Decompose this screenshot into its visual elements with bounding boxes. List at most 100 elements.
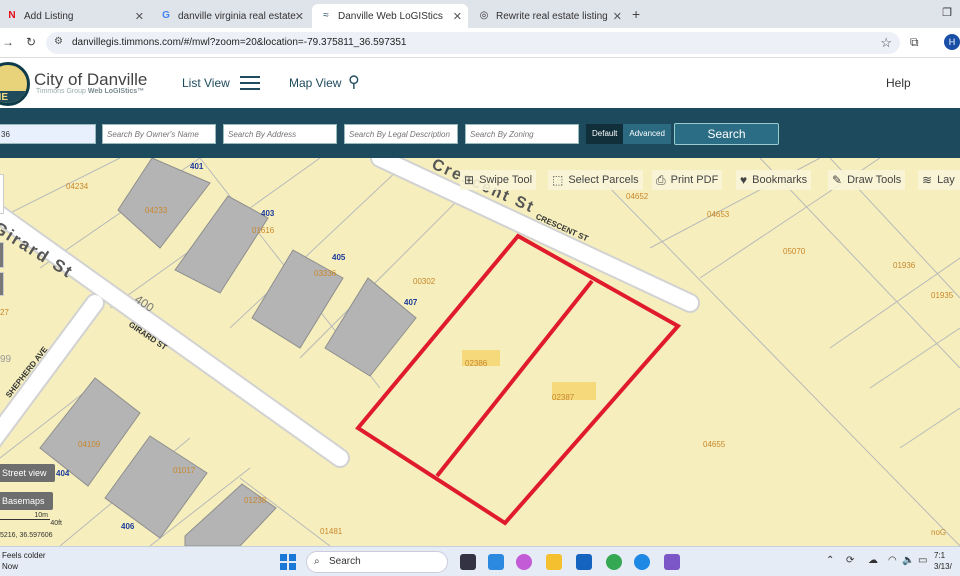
street-view-button[interactable]: Street view (0, 464, 55, 482)
parcel-label: 05070 (783, 247, 806, 256)
map-side-button[interactable] (0, 272, 4, 296)
netflix-icon: N (8, 10, 16, 21)
wifi-icon[interactable]: ◠ (888, 555, 897, 566)
city-logo: ME (0, 62, 30, 106)
select-parcels-button[interactable]: ⬚ Select Parcels (548, 170, 643, 190)
basemaps-button[interactable]: Basemaps (0, 492, 53, 510)
parcel-label: 01238 (244, 496, 267, 505)
bookmark-star-icon[interactable]: ☆ (880, 35, 892, 51)
advanced-mode-button[interactable]: Advanced (623, 124, 671, 144)
volume-icon[interactable]: 🔈 (902, 555, 914, 566)
close-icon[interactable]: ✕ (453, 10, 462, 23)
map-pin-icon[interactable]: ⚲ (348, 72, 360, 92)
outlook-icon[interactable] (576, 554, 592, 570)
weather-subtext: Now (2, 562, 19, 571)
pencil-icon: ✎ (832, 173, 843, 187)
parcel-label: 04655 (703, 440, 726, 449)
list-icon[interactable] (240, 76, 260, 90)
owner-search-input[interactable] (102, 124, 216, 144)
coordinate-readout: 5216, 36.597606 (0, 532, 53, 539)
parcel-label: 04234 (66, 182, 89, 191)
draw-tools-button[interactable]: ✎ Draw Tools (828, 170, 906, 190)
address-label: 407 (404, 298, 418, 307)
swipe-tool-button[interactable]: ⊞ Swipe Tool (460, 170, 537, 190)
tab-label: Rewrite real estate listing (496, 10, 608, 22)
snipping-tool-icon[interactable] (664, 554, 680, 570)
reload-icon[interactable]: ↻ (26, 35, 36, 49)
taskbar-search[interactable]: ⌕ Search (306, 551, 448, 573)
brand-subtitle: Timmons Group Web LoGIStics™ (36, 88, 145, 95)
url-bar[interactable]: ⚙ danvillegis.timmons.com/#/mwl?zoom=20&… (46, 32, 900, 54)
logo-text: ME (0, 92, 8, 103)
parcel-label: 01616 (252, 226, 275, 235)
address-label: 401 (190, 162, 204, 171)
parcel-label: 00302 (413, 277, 436, 286)
zoning-search-input[interactable] (465, 124, 579, 144)
tab-add-listing[interactable]: N Add Listing ✕ (0, 4, 150, 28)
copilot-icon[interactable] (516, 554, 532, 570)
printer-icon: ⎙ (656, 172, 666, 187)
close-icon[interactable]: ✕ (135, 10, 144, 23)
scale-feet: 40ft (50, 520, 62, 527)
taskbar-search-label: Search (329, 556, 361, 567)
weather-widget[interactable]: Feels colder Now (2, 550, 46, 572)
address-bar-row: → ↻ ⚙ danvillegis.timmons.com/#/mwl?zoom… (0, 28, 960, 58)
tab-danville-logistics[interactable]: ≈ Danville Web LoGIStics ✕ (312, 4, 468, 28)
windows-taskbar: Feels colder Now ⌕ Search ⌃ ⟳ ☁ ◠ 🔈 ▭ 7:… (0, 546, 960, 576)
site-info-icon[interactable]: ⚙ (54, 36, 63, 47)
chrome-icon[interactable] (606, 554, 622, 570)
parcel-label: 01481 (320, 527, 343, 536)
legal-search-input[interactable] (344, 124, 458, 144)
heart-icon: ♥ (740, 173, 748, 187)
tab-label: danville virginia real estate tax (178, 10, 296, 22)
close-icon[interactable]: ✕ (613, 10, 622, 23)
map-graphics (0, 158, 960, 546)
task-view-icon[interactable] (460, 554, 476, 570)
parcel-label: 01936 (893, 261, 916, 270)
extensions-icon[interactable]: ⧉ (910, 35, 919, 50)
chevron-up-icon[interactable]: ⌃ (826, 555, 834, 566)
select-icon: ⬚ (552, 173, 564, 187)
search-button[interactable]: Search (674, 123, 779, 145)
address-label: 403 (261, 209, 275, 218)
system-clock[interactable]: 7:1 3/13/ (934, 550, 952, 572)
browser-tab-strip: N Add Listing ✕ G danville virginia real… (0, 0, 960, 28)
chatgpt-icon: ◎ (479, 10, 489, 21)
map-view-link[interactable]: Map View (289, 76, 341, 90)
parcel-label: 27 (0, 308, 9, 317)
print-pdf-button[interactable]: ⎙ Print PDF (652, 170, 723, 190)
clock-date: 3/13/ (934, 562, 952, 571)
zoom-control[interactable] (0, 174, 4, 214)
cloud-icon[interactable]: ☁ (868, 555, 878, 566)
default-mode-button[interactable]: Default (586, 124, 624, 144)
bookmarks-button[interactable]: ♥ Bookmarks (736, 170, 812, 190)
scale-meters: 10m (0, 512, 50, 520)
parcel-label: 04653 (707, 210, 730, 219)
edge-icon[interactable] (634, 554, 650, 570)
parcel-search-input[interactable] (0, 124, 96, 144)
list-view-link[interactable]: List View (182, 76, 230, 90)
help-link[interactable]: Help (886, 76, 911, 90)
file-explorer-icon[interactable] (546, 554, 562, 570)
map-canvas[interactable]: Girard St Crescent St CRESCENT ST GIRARD… (0, 158, 960, 546)
parcel-label: 04233 (145, 206, 168, 215)
windows-start-icon[interactable] (280, 554, 296, 570)
url-text: danvillegis.timmons.com/#/mwl?zoom=20&lo… (72, 37, 407, 48)
profile-avatar[interactable]: H (944, 34, 960, 50)
sync-icon[interactable]: ⟳ (846, 555, 854, 566)
layers-button[interactable]: ≋ Lay (918, 170, 960, 190)
tab-danville-tax[interactable]: G danville virginia real estate tax ✕ (152, 4, 310, 28)
address-label: 404 (56, 469, 70, 478)
close-icon[interactable]: ✕ (295, 10, 304, 23)
store-icon[interactable] (488, 554, 504, 570)
battery-icon[interactable]: ▭ (918, 555, 927, 566)
tab-rewrite-listing[interactable]: ◎ Rewrite real estate listing ✕ (470, 4, 628, 28)
map-side-button[interactable] (0, 242, 4, 268)
restore-window-icon[interactable]: ❐ (942, 6, 952, 19)
clock-time: 7:1 (934, 551, 946, 560)
new-tab-icon[interactable]: + (632, 6, 640, 22)
forward-icon[interactable]: → (2, 35, 14, 49)
address-search-input[interactable] (223, 124, 337, 144)
app-header: ME City of Danville Timmons Group Web Lo… (0, 58, 960, 108)
search-mode-toggle: Default Advanced (586, 124, 671, 144)
